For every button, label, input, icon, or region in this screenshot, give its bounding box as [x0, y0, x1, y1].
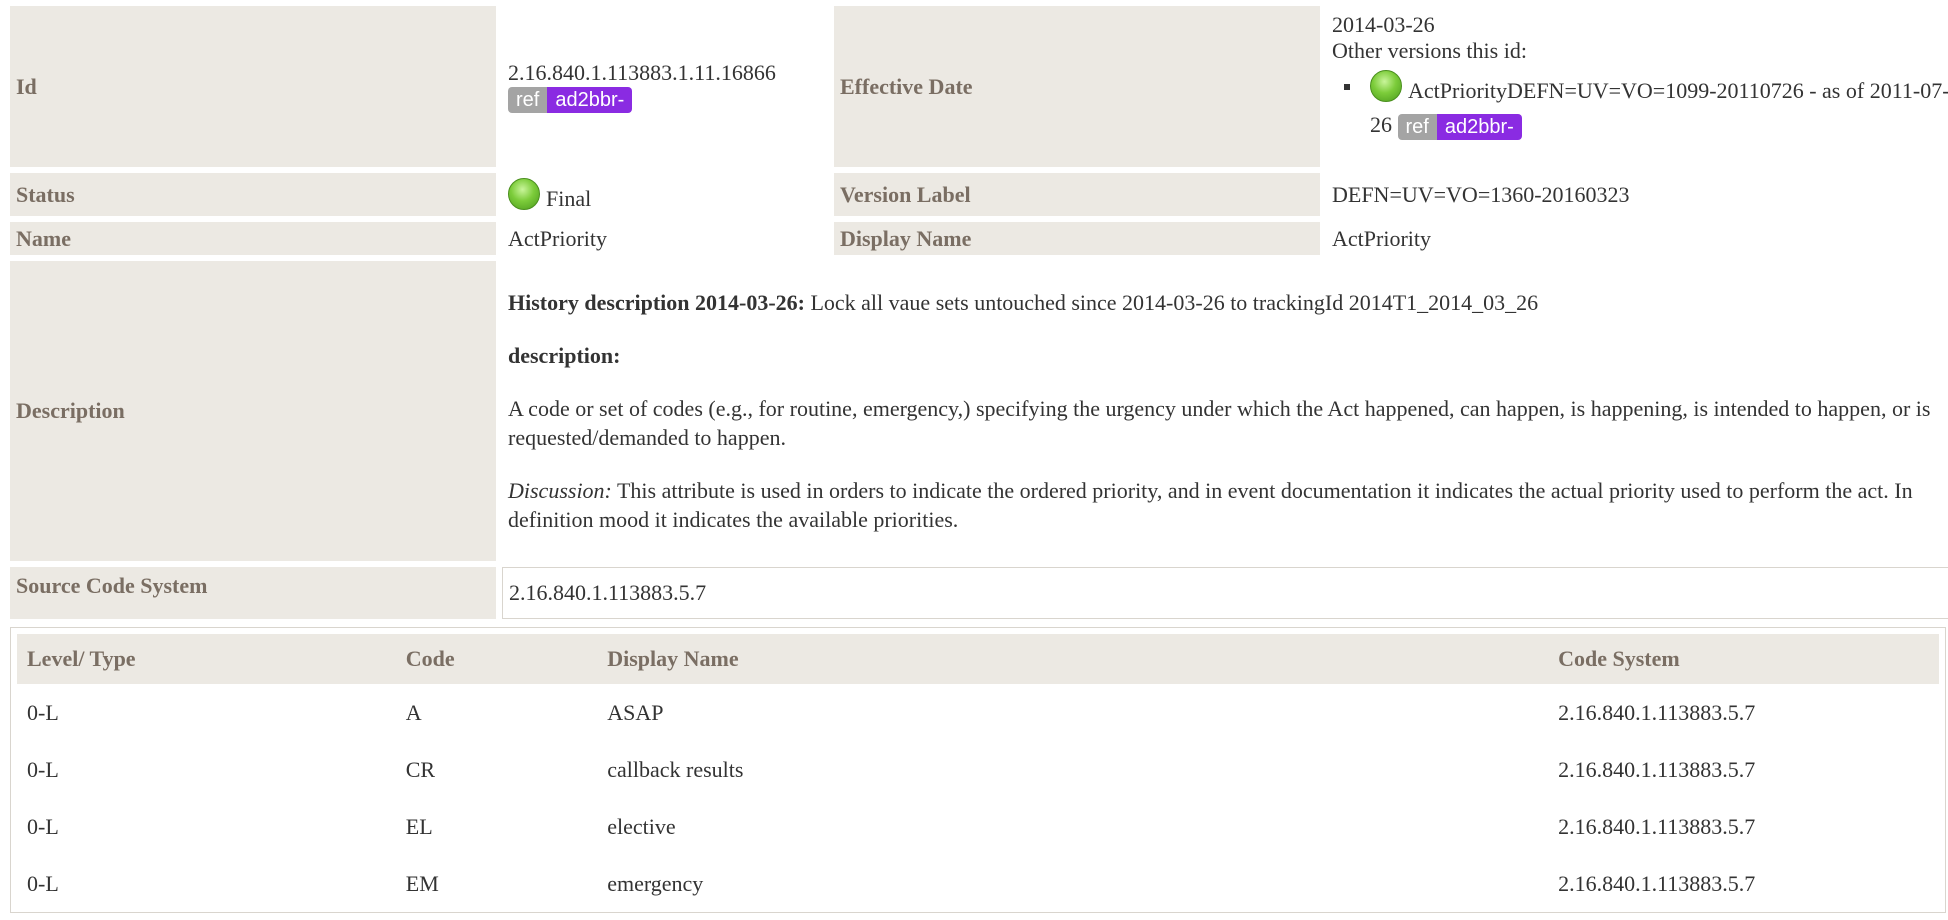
column-header-code-system[interactable]: Code System	[1548, 634, 1939, 684]
other-version-ref-badge[interactable]: ref ad2bbr-	[1397, 113, 1522, 140]
row-code: A	[405, 699, 422, 725]
status-final-icon	[1370, 70, 1402, 102]
version-label-label: Version Label	[834, 173, 1320, 216]
row-display-name: ASAP	[607, 699, 664, 725]
column-header-code[interactable]: Code	[395, 634, 598, 684]
status-label: Status	[10, 173, 496, 216]
source-code-system-value: 2.16.840.1.113883.5.7	[502, 567, 1948, 619]
ref-tag: ref	[508, 87, 548, 114]
id-cell: 2.16.840.1.113883.1.11.16866 ref ad2bbr-	[502, 6, 828, 167]
discussion-text: This attribute is used in orders to indi…	[508, 478, 1913, 532]
description-label: Description	[10, 261, 496, 561]
other-versions-list: ActPriorityDEFN=UV=VO=1099-20110726 - as…	[1332, 70, 1948, 142]
table-row[interactable]: 0-L A ASAP 2.16.840.1.113883.5.7	[17, 684, 1939, 741]
description-heading: description:	[508, 343, 621, 368]
concept-list-table: Level/ Type Code Display Name Code Syste…	[17, 634, 1939, 912]
value-set-page: Id 2.16.840.1.113883.1.11.16866 ref ad2b…	[10, 6, 1948, 913]
row-display-name: callback results	[607, 756, 744, 782]
history-heading: History description 2014-03-26:	[508, 290, 805, 315]
description-cell: History description 2014-03-26: Lock all…	[502, 261, 1948, 561]
table-row[interactable]: 0-L CR callback results 2.16.840.1.11388…	[17, 741, 1939, 798]
name-value: ActPriority	[508, 225, 607, 251]
concept-header-row: Level/ Type Code Display Name Code Syste…	[17, 634, 1939, 684]
discussion-paragraph: Discussion: This attribute is used in or…	[508, 476, 1948, 534]
row-level-type: 0-L	[27, 813, 59, 839]
ref-name-tag: ad2bbr-	[1436, 113, 1522, 140]
column-header-level-type[interactable]: Level/ Type	[17, 634, 396, 684]
source-code-system-label: Source Code System	[10, 567, 496, 619]
display-name-label: Display Name	[834, 222, 1320, 255]
row-level-type: 0-L	[27, 870, 59, 896]
description-text: A code or set of codes (e.g., for routin…	[508, 396, 1931, 450]
column-header-display-name[interactable]: Display Name	[597, 634, 1549, 684]
row-code-system: 2.16.840.1.113883.5.7	[1558, 699, 1756, 725]
row-level-type: 0-L	[27, 699, 59, 725]
name-label: Name	[10, 222, 496, 255]
status-cell: Final	[502, 173, 828, 216]
history-paragraph: History description 2014-03-26: Lock all…	[508, 288, 1948, 317]
row-code-system: 2.16.840.1.113883.5.7	[1558, 756, 1756, 782]
row-code: EL	[405, 813, 433, 839]
other-versions-label: Other versions this id:	[1332, 38, 1527, 63]
status-value: Final	[546, 185, 592, 211]
display-name-value: ActPriority	[1332, 225, 1431, 251]
effective-date-cell: 2014-03-26 Other versions this id: ActPr…	[1326, 6, 1948, 167]
id-ref-badge[interactable]: ref ad2bbr-	[508, 87, 633, 114]
concept-list-container: Level/ Type Code Display Name Code Syste…	[10, 627, 1946, 913]
row-code-system: 2.16.840.1.113883.5.7	[1558, 813, 1756, 839]
effective-date-value: 2014-03-26	[1332, 12, 1435, 37]
id-label: Id	[10, 6, 496, 167]
row-code: EM	[405, 870, 439, 896]
ref-tag: ref	[1397, 113, 1437, 140]
status-final-icon	[508, 177, 540, 210]
value-set-meta-table: Id 2.16.840.1.113883.1.11.16866 ref ad2b…	[4, 0, 1948, 625]
discussion-label: Discussion:	[508, 478, 612, 503]
version-label-value: DEFN=UV=VO=1360-20160323	[1332, 181, 1630, 207]
table-row[interactable]: 0-L EL elective 2.16.840.1.113883.5.7	[17, 798, 1939, 855]
id-value: 2.16.840.1.113883.1.11.16866	[508, 59, 776, 85]
ref-name-tag: ad2bbr-	[547, 87, 633, 114]
row-level-type: 0-L	[27, 756, 59, 782]
table-row[interactable]: 0-L EM emergency 2.16.840.1.113883.5.7	[17, 855, 1939, 912]
row-display-name: emergency	[607, 870, 704, 896]
description-heading-paragraph: description:	[508, 341, 1948, 370]
row-code: CR	[405, 756, 436, 782]
other-version-item[interactable]: ActPriorityDEFN=UV=VO=1099-20110726 - as…	[1344, 70, 1948, 142]
history-text: Lock all vaue sets untouched since 2014-…	[804, 290, 1539, 315]
row-display-name: elective	[607, 813, 676, 839]
row-code-system: 2.16.840.1.113883.5.7	[1558, 870, 1756, 896]
effective-date-label: Effective Date	[834, 6, 1320, 167]
